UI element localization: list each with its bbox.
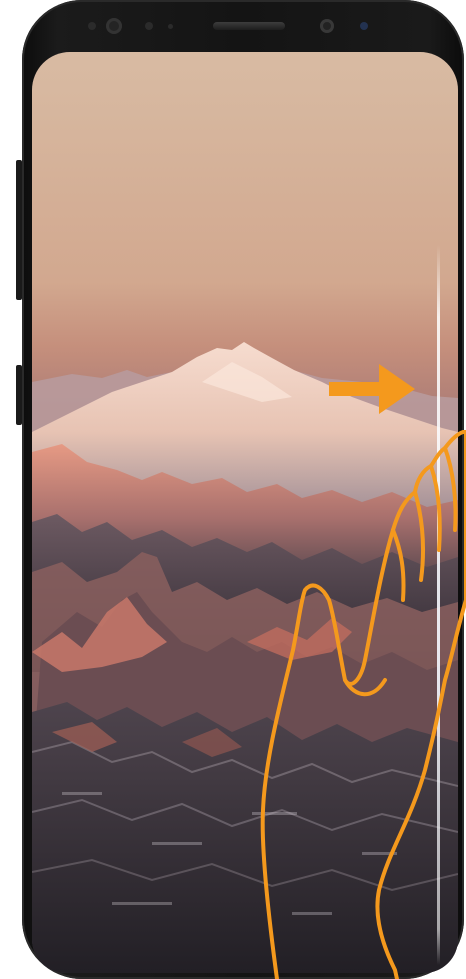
sensor-icon	[360, 22, 368, 30]
sensor-icon	[168, 24, 173, 29]
hand-outline-icon	[260, 430, 466, 979]
front-camera-icon	[320, 19, 334, 33]
sensor-icon	[88, 22, 96, 30]
sensor-icon	[145, 22, 153, 30]
right-arrow-icon	[329, 364, 415, 414]
iris-scanner-icon	[106, 18, 122, 34]
earpiece-speaker	[213, 22, 285, 30]
screenshot-stage	[0, 0, 466, 979]
